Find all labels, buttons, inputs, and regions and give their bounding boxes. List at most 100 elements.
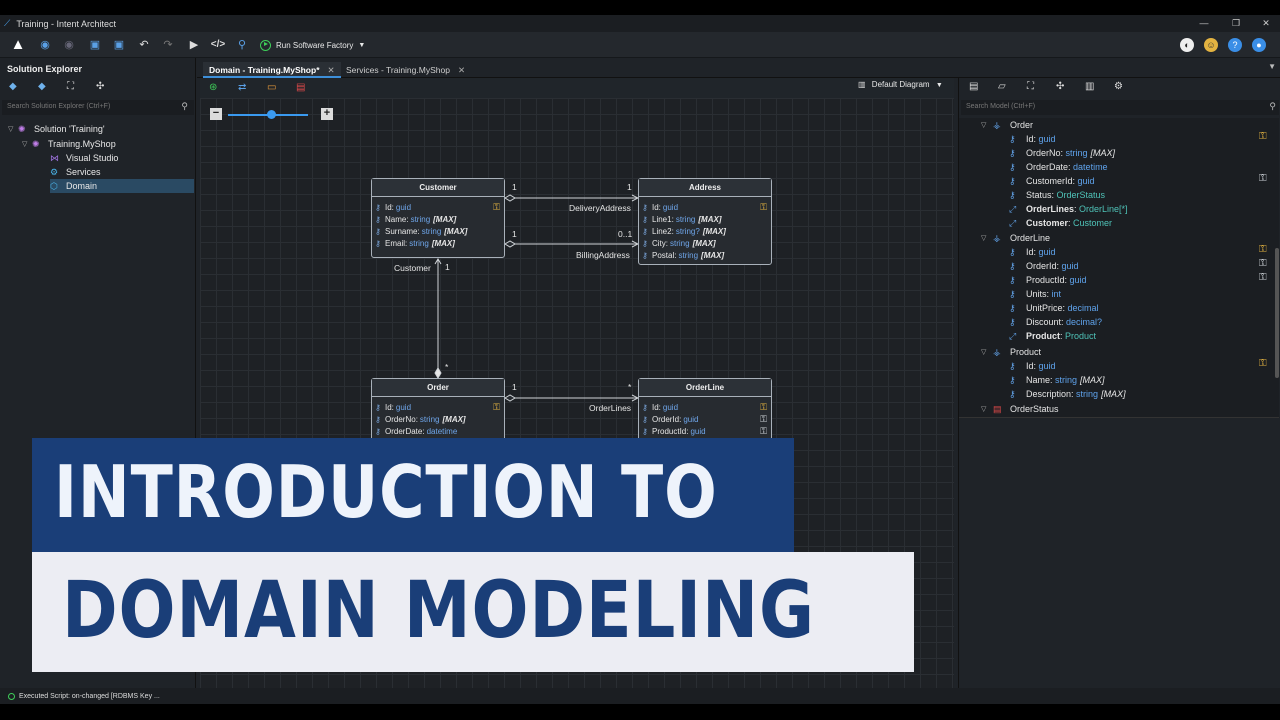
maximize-button[interactable]: ❐ [1224,15,1248,32]
customer-role-label[interactable]: Customer [394,263,431,273]
tree-attribute[interactable]: ⚷ Units: int [1009,287,1061,301]
tab-domain[interactable]: Domain - Training.MyShop* ✕ [203,62,341,78]
association-icon: ⤢ [1009,330,1017,341]
composition-diamond [434,367,442,379]
attribute-row[interactable]: ⚷ City: string [MAX] [642,237,771,249]
tree-attribute[interactable]: ⚷ Description: string [MAX] [1009,387,1126,401]
tree-enum-orderstatus[interactable]: ▽ ▤ OrderStatus [981,402,1059,416]
attribute-row[interactable]: ⚷ ProductId: guid ⚿ [642,425,771,437]
tree-item-domain[interactable]: ⬡ Domain [50,179,194,193]
tab-services[interactable]: Services - Training.MyShop ✕ [340,62,471,78]
redo-icon[interactable]: ↷ [159,36,177,54]
account-icon[interactable]: ● [1252,38,1266,52]
add-comment-icon[interactable]: ▭ [267,82,276,93]
delivery-address-label[interactable]: DeliveryAddress [569,203,631,213]
attribute-row[interactable]: ⚷ Id: guid ⚿ [375,401,504,413]
tree-type: string [1065,148,1088,158]
tree-association[interactable]: ⤢ OrderLines: OrderLine[*] [1009,202,1128,216]
tree-attribute[interactable]: ⚷ Id: guid [1009,245,1056,259]
tree-item-services[interactable]: ⚙ Services [50,165,101,179]
attribute-row[interactable]: ⚷ Name: string [MAX] [375,213,504,225]
tree-label: Id [1026,247,1034,257]
model-search-input[interactable]: Search Model (Ctrl+F) ⚲ [961,100,1279,115]
class-customer[interactable]: Customer ⚷ Id: guid ⚿ ⚷ Name: string [MAX] ⚷ Su… [371,178,505,258]
tree-attribute[interactable]: ⚷ Id: guid [1009,359,1056,373]
tree-class-product[interactable]: ▽ ⚶ Product [981,345,1041,359]
attribute-row[interactable]: ⚷ Line1: string [MAX] [642,213,771,225]
save-all-icon[interactable]: ▣ [110,36,128,54]
attribute-row[interactable]: ⚷ Postal: string [MAX] [642,249,771,261]
attribute-row[interactable]: ⚷ Email: string [MAX] [375,237,504,249]
new-document-icon[interactable]: ▤ [969,81,978,92]
tree-attribute[interactable]: ⚷ Id: guid [1009,132,1056,146]
new-solution-icon[interactable]: ◆ [38,81,46,92]
attribute-row[interactable]: ⚷ OrderDate: datetime [375,425,504,437]
save-icon[interactable]: ▣ [86,36,104,54]
attribute-row[interactable]: ⚷ Id: guid ⚿ [642,201,771,213]
settings-gear-icon[interactable]: ⚙ [1114,81,1123,92]
tree-class-orderline[interactable]: ▽ ⚶ OrderLine [981,231,1050,245]
expand-arrow-icon[interactable]: ▽ [8,125,18,133]
close-tab-icon[interactable]: ✕ [328,65,335,75]
tree-attribute[interactable]: ⚷ UnitPrice: decimal [1009,301,1099,315]
attribute-row[interactable]: ⚷ OrderNo: string [MAX] [375,413,504,425]
expand-arrow-icon[interactable]: ▽ [981,405,993,413]
tree-class-order[interactable]: ▽ ⚶ Order [981,118,1033,132]
code-icon[interactable]: </> [209,36,227,54]
tab-menu-icon[interactable]: ▼ [1268,62,1276,71]
tree-label: ProductId [1026,275,1065,285]
expand-icon[interactable]: ⛶ [1027,81,1034,92]
intent-logo-icon[interactable]: ▲ [9,36,27,54]
back-icon[interactable]: ◉ [36,36,54,54]
undo-icon[interactable]: ↶ [135,36,153,54]
tree-attribute[interactable]: ⚷ OrderNo: string [MAX] [1009,146,1115,160]
tree-item-solution[interactable]: ▽ ✺ Solution 'Training' [8,122,105,136]
expand-arrow-icon[interactable]: ▽ [981,234,993,242]
attribute-row[interactable]: ⚷ OrderId: guid ⚿ [642,413,771,425]
tree-attribute[interactable]: ⚷ CustomerId: guid [1009,174,1095,188]
tree-item-application[interactable]: ▽ ✺ Training.MyShop [22,137,116,151]
tree-attribute[interactable]: ⚷ Discount: decimal? [1009,315,1102,329]
attribute-row[interactable]: ⚷ Surname: string [MAX] [375,225,504,237]
help-icon[interactable]: ? [1228,38,1242,52]
add-class-icon[interactable]: ⊛ [209,82,217,93]
collapse-icon[interactable]: ✣ [1056,81,1064,92]
search-icon[interactable]: ⚲ [233,36,251,54]
diagram-selector[interactable]: ▥ Default Diagram ▼ [858,80,943,89]
billing-address-label[interactable]: BillingAddress [576,250,630,260]
add-enum-icon[interactable]: ⇄ [238,82,246,93]
attribute-row[interactable]: ⚷ Id: guid ⚿ [642,401,771,413]
tree-item-visual-studio[interactable]: ⋈ Visual Studio [50,151,118,165]
order-lines-label[interactable]: OrderLines [589,403,631,413]
expand-arrow-icon[interactable]: ▽ [981,121,993,129]
class-address[interactable]: Address ⚷ Id: guid ⚿ ⚷ Line1: string [MAX] ⚷ Li… [638,178,772,265]
theme-icon[interactable]: ◐ [1180,38,1194,52]
tree-attribute[interactable]: ⚷ ProductId: guid [1009,273,1087,287]
tree-attribute[interactable]: ⚷ Status: OrderStatus [1009,188,1105,202]
attribute-name: Name [385,214,407,224]
tree-association[interactable]: ⤢ Product: Product [1009,329,1096,343]
forward-icon[interactable]: ◉ [60,36,78,54]
tree-attribute[interactable]: ⚷ OrderDate: datetime [1009,160,1108,174]
open-solution-icon[interactable]: ◆ [9,81,17,92]
tree-attribute[interactable]: ⚷ Name: string [MAX] [1009,373,1105,387]
attribute-row[interactable]: ⚷ Line2: string? [MAX] [642,225,771,237]
close-button[interactable]: ✕ [1254,15,1278,32]
close-tab-icon[interactable]: ✕ [458,65,465,75]
tree-attribute[interactable]: ⚷ OrderId: guid [1009,259,1079,273]
layout-icon[interactable]: ▥ [1085,81,1094,92]
model-tree-scrollbar[interactable] [1275,248,1279,378]
add-stereotype-icon[interactable]: ▤ [296,82,305,93]
tree-association[interactable]: ⤢ Customer: Customer [1009,216,1112,230]
collapse-icon[interactable]: ✣ [96,81,104,92]
expand-arrow-icon[interactable]: ▽ [981,348,993,356]
open-folder-icon[interactable]: ▱ [998,81,1006,92]
feedback-icon[interactable]: ☺ [1204,38,1218,52]
new-file-icon[interactable]: ▶ [185,36,203,54]
minimize-button[interactable]: — [1192,15,1216,32]
solution-search-input[interactable]: Search Solution Explorer (Ctrl+F) ⚲ [2,100,194,115]
attribute-row[interactable]: ⚷ Id: guid ⚿ [375,201,504,213]
run-software-factory-button[interactable]: Run Software Factory ▼ [260,36,365,54]
expand-icon[interactable]: ⛶ [67,81,74,92]
expand-arrow-icon[interactable]: ▽ [22,140,32,148]
